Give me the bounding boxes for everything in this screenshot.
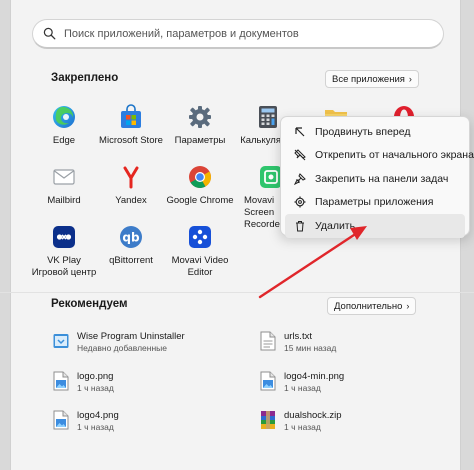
recommended-item[interactable]: Wise Program Uninstaller Недавно добавлен… <box>53 331 185 354</box>
menu-item-label: Продвинуть вперед <box>315 125 411 138</box>
chevron-right-icon: › <box>408 74 412 84</box>
gear-icon <box>187 104 213 130</box>
app-label: Параметры <box>174 135 226 146</box>
item-time: 1 ч назад <box>284 422 321 432</box>
item-name: Wise Program Uninstaller <box>77 331 185 342</box>
app-label: qBittorrent <box>109 255 153 266</box>
item-time: 1 ч назад <box>284 383 321 393</box>
pinned-app-mailbird[interactable]: Mailbird <box>30 164 98 207</box>
trash-icon <box>296 220 304 232</box>
image-file-icon <box>53 410 69 430</box>
pinned-app-chrome[interactable]: Google Chrome <box>166 164 234 207</box>
item-time: 1 ч назад <box>77 422 114 432</box>
context-menu: Продвинуть вперед Открепить от начальног… <box>280 116 474 238</box>
all-apps-label: Все приложения <box>332 73 405 85</box>
unpin-icon <box>294 149 306 161</box>
store-icon <box>118 104 144 130</box>
recommended-item[interactable]: dualshock.zip 1 ч назад <box>260 410 342 433</box>
item-time: 1 ч назад <box>77 383 114 393</box>
pinned-app-movavi-editor[interactable]: Movavi Video Editor <box>166 224 234 279</box>
section-divider <box>0 292 474 293</box>
menu-item-label: Удалить <box>315 219 356 232</box>
recommended-item[interactable]: logo.png 1 ч назад <box>53 371 114 394</box>
app-label: Google Chrome <box>166 195 234 206</box>
item-name: urls.txt <box>284 331 312 342</box>
recommended-title: Рекомендуем <box>51 298 128 310</box>
text-file-icon <box>260 331 276 351</box>
pinned-app-movavi-recorder[interactable]: Movavi Screen Recorder <box>234 164 280 231</box>
search-box[interactable]: Поиск приложений, параметров и документо… <box>32 19 444 49</box>
app-label: Movavi Screen Recorder <box>244 195 280 230</box>
movavi-editor-icon <box>187 224 213 250</box>
item-name: logo.png <box>77 371 114 382</box>
item-name: logo4-min.png <box>284 371 345 382</box>
more-button[interactable]: Дополнительно › <box>327 297 417 315</box>
pinned-app-edge[interactable]: Edge <box>30 104 98 147</box>
app-label-line1: Movavi Video <box>171 255 229 266</box>
calculator-icon <box>255 104 281 130</box>
menu-item-uninstall[interactable]: Удалить <box>285 214 465 238</box>
pinned-app-settings[interactable]: Параметры <box>166 104 234 147</box>
qbittorrent-icon: qb <box>118 224 144 250</box>
chevron-right-icon: › <box>406 301 410 311</box>
item-name: logo4.png <box>77 410 119 421</box>
pinned-app-vkplay[interactable]: VK Play Игровой центр <box>30 224 98 279</box>
pinned-title: Закреплено <box>51 72 119 84</box>
menu-item-label: Параметры приложения <box>315 196 434 209</box>
app-label: Mailbird <box>47 195 81 206</box>
yandex-icon <box>118 164 144 190</box>
chrome-icon <box>187 164 213 190</box>
archive-file-icon <box>261 411 275 429</box>
gear-icon <box>294 196 306 208</box>
pin-icon <box>294 172 306 185</box>
item-time: 15 мин назад <box>284 343 337 353</box>
vkplay-icon <box>51 224 77 250</box>
menu-item-app-settings[interactable]: Параметры приложения <box>285 191 465 215</box>
menu-item-label: Закрепить на панели задач <box>315 172 449 185</box>
search-placeholder: Поиск приложений, параметров и документо… <box>64 27 299 40</box>
image-file-icon <box>53 371 69 391</box>
item-time: Недавно добавленные <box>77 343 167 353</box>
menu-item-label: Открепить от начального экрана <box>315 149 474 162</box>
app-label: Edge <box>52 135 76 146</box>
more-label: Дополнительно <box>334 300 403 312</box>
app-label: Microsoft Store <box>99 135 163 146</box>
menu-item-unpin-start[interactable]: Открепить от начального экрана <box>285 144 474 168</box>
menu-item-pin-taskbar[interactable]: Закрепить на панели задач <box>285 167 465 191</box>
search-icon <box>43 27 56 40</box>
app-label: Yandex <box>115 195 147 206</box>
all-apps-button[interactable]: Все приложения › <box>325 70 419 88</box>
pinned-app-yandex[interactable]: Yandex <box>97 164 165 207</box>
movavi-recorder-icon <box>258 164 280 190</box>
svg-text:qb: qb <box>122 231 140 245</box>
recommended-item[interactable]: logo4-min.png 1 ч назад <box>260 371 344 394</box>
uninstaller-icon <box>53 334 69 348</box>
edge-icon <box>51 104 77 130</box>
app-label-line1: VK Play <box>47 255 81 266</box>
app-label-line2: Игровой центр <box>31 267 97 278</box>
arrow-up-left-icon <box>295 127 305 137</box>
item-name: dualshock.zip <box>284 410 342 421</box>
recommended-item[interactable]: urls.txt 15 мин назад <box>260 331 336 354</box>
image-file-icon <box>260 371 276 391</box>
app-label-line2: Editor <box>187 267 213 278</box>
pinned-app-qbittorrent[interactable]: qb qBittorrent <box>97 224 165 267</box>
recommended-item[interactable]: logo4.png 1 ч назад <box>53 410 119 433</box>
mail-icon <box>51 164 77 190</box>
pinned-app-microsoft-store[interactable]: Microsoft Store <box>97 104 165 147</box>
menu-item-move-up[interactable]: Продвинуть вперед <box>285 120 465 144</box>
